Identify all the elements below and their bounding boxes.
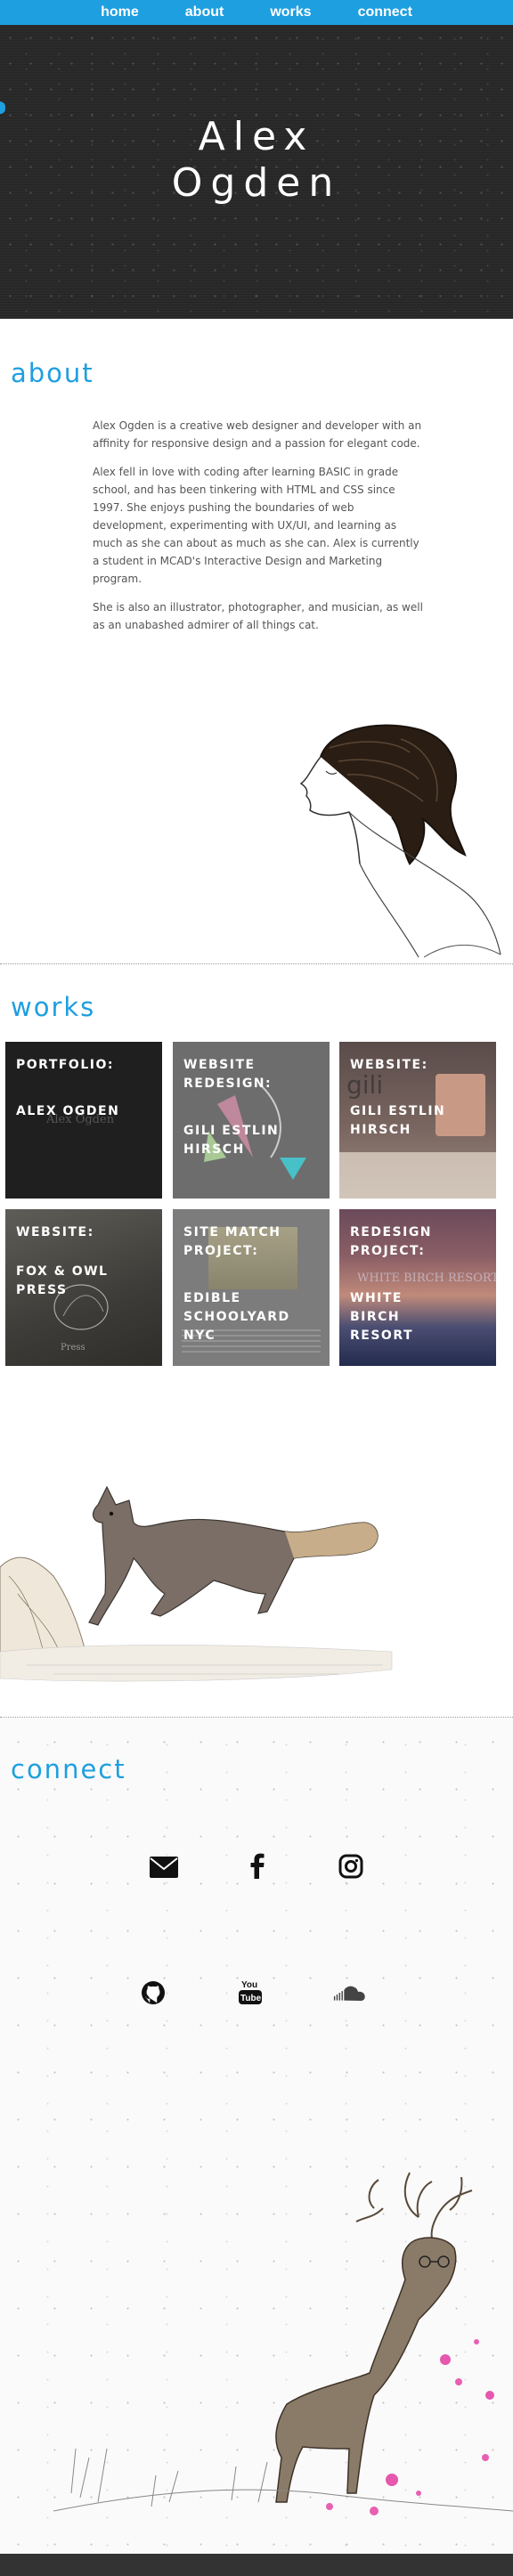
- section-divider: [0, 963, 513, 964]
- work-tile-gili-website[interactable]: gili WEBSITE: GILI ESTLIN HIRSCH: [339, 1042, 496, 1199]
- about-paragraph: She is also an illustrator, photographer…: [93, 601, 423, 631]
- tile-category: WEBSITE:: [350, 1058, 428, 1072]
- svg-text:You: You: [241, 1980, 257, 1990]
- hero-last-name: Ogden: [171, 160, 342, 206]
- nav-about-link[interactable]: about: [185, 4, 224, 20]
- about-text: Alex Ogden is a creative web designer an…: [93, 417, 424, 645]
- facebook-icon[interactable]: [240, 1848, 275, 1883]
- tile-category: WEBSITE:: [16, 1225, 94, 1239]
- tile-name: ALEX OGDEN: [16, 1104, 120, 1118]
- tile-name: EDIBLE SCHOOLYARD NYC: [183, 1291, 290, 1343]
- work-tile-fox-owl[interactable]: Press WEBSITE: FOX & OWL PRESS: [5, 1209, 162, 1366]
- tile-category: WEBSITE REDESIGN:: [183, 1058, 273, 1091]
- tile-name: GILI ESTLIN HIRSCH: [183, 1124, 280, 1157]
- about-heading: about: [11, 358, 94, 388]
- about-paragraph: Alex fell in love with coding after lear…: [93, 466, 419, 585]
- fox-illustration: [0, 1485, 393, 1682]
- nav-works-link[interactable]: works: [270, 4, 311, 20]
- tile-category: SITE MATCH PROJECT:: [183, 1225, 281, 1258]
- works-heading: works: [11, 992, 96, 1022]
- hero-first-name: Alex: [198, 114, 315, 159]
- work-tile-gili-redesign[interactable]: WEBSITE REDESIGN: GILI ESTLIN HIRSCH: [173, 1042, 330, 1199]
- thumb-book: [339, 1152, 496, 1199]
- side-tab[interactable]: [0, 102, 5, 114]
- tile-name: GILI ESTLIN HIRSCH: [350, 1104, 446, 1137]
- section-divider: [0, 1717, 513, 1718]
- connect-heading: connect: [11, 1754, 126, 1784]
- youtube-icon[interactable]: You Tube: [232, 1974, 268, 2010]
- tile-category: PORTFOLIO:: [16, 1058, 114, 1072]
- work-tile-alex-ogden[interactable]: Alex Ogden PORTFOLIO: ALEX OGDEN: [5, 1042, 162, 1199]
- github-icon[interactable]: [135, 1975, 171, 2011]
- hero-title: Alex Ogden: [0, 114, 513, 207]
- tile-name: WHITE BIRCH RESORT: [350, 1291, 414, 1343]
- thumb-logo: WHITE BIRCH RESORT: [357, 1272, 496, 1285]
- thumb-logo: Press: [61, 1343, 86, 1353]
- footer-bar: [0, 2554, 513, 2576]
- tile-name: FOX & OWL PRESS: [16, 1264, 109, 1297]
- hero-banner: Alex Ogden: [0, 25, 513, 319]
- svg-text:Tube: Tube: [240, 1994, 262, 2003]
- instagram-icon[interactable]: [333, 1849, 369, 1884]
- deer-illustration: [53, 2172, 513, 2515]
- tile-category: REDESIGN PROJECT:: [350, 1225, 433, 1258]
- nav-connect-link[interactable]: connect: [358, 4, 412, 20]
- work-tile-edible-schoolyard[interactable]: SITE MATCH PROJECT: EDIBLE SCHOOLYARD NY…: [173, 1209, 330, 1366]
- nav-home-link[interactable]: home: [101, 4, 139, 20]
- work-tile-white-birch[interactable]: WHITE BIRCH RESORT REDESIGN PROJECT: WHI…: [339, 1209, 496, 1366]
- portrait-illustration: [299, 724, 501, 958]
- about-paragraph: Alex Ogden is a creative web designer an…: [93, 419, 422, 450]
- email-icon[interactable]: [146, 1849, 182, 1885]
- soundcloud-icon[interactable]: [332, 1975, 368, 2011]
- main-nav: home about works connect: [0, 0, 513, 25]
